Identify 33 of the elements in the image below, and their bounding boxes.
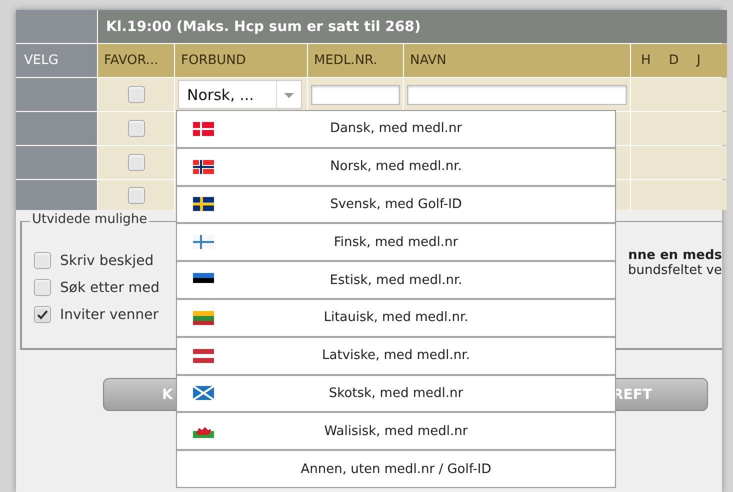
column-header: FAVOR... [104, 53, 158, 68]
table-title: Kl.19:00 (Maks. Hcp sum er satt til 268) [98, 10, 727, 43]
option-label: Søk etter med [60, 280, 160, 296]
checkbox[interactable] [34, 279, 51, 296]
panel-legend: Utvidede mulighe [30, 212, 150, 227]
note-text: bundsfeltet ve [628, 263, 722, 278]
federation-select[interactable]: Norsk, ... [178, 80, 302, 109]
note-heading: nne en meds [628, 248, 722, 263]
checkbox[interactable] [34, 252, 51, 269]
column-header: VELG [24, 53, 58, 68]
checkbox[interactable] [128, 186, 144, 204]
flag-icon [193, 122, 214, 136]
option-label: Skriv beskjed [60, 252, 154, 268]
name-field[interactable] [407, 84, 627, 104]
flag-icon [193, 235, 214, 250]
flag-icon [193, 348, 214, 363]
column-header: D [668, 53, 679, 68]
column-header: J [696, 53, 701, 68]
checkbox[interactable] [128, 86, 144, 103]
flag-icon [193, 424, 214, 438]
option-label: Inviter venner [60, 306, 158, 322]
flag-icon [193, 197, 214, 212]
checkbox[interactable] [128, 154, 144, 171]
flag-icon [193, 310, 214, 325]
checkbox[interactable] [34, 306, 51, 323]
column-header: H [641, 53, 651, 68]
flag-icon [193, 386, 214, 400]
checkbox[interactable] [128, 120, 144, 137]
column-header: MEDL.NR. [314, 53, 378, 68]
flag-icon [193, 160, 214, 174]
column-header: NAVN [410, 53, 446, 68]
column-header: FORBUND [181, 53, 246, 68]
member-number-field[interactable] [311, 84, 400, 104]
